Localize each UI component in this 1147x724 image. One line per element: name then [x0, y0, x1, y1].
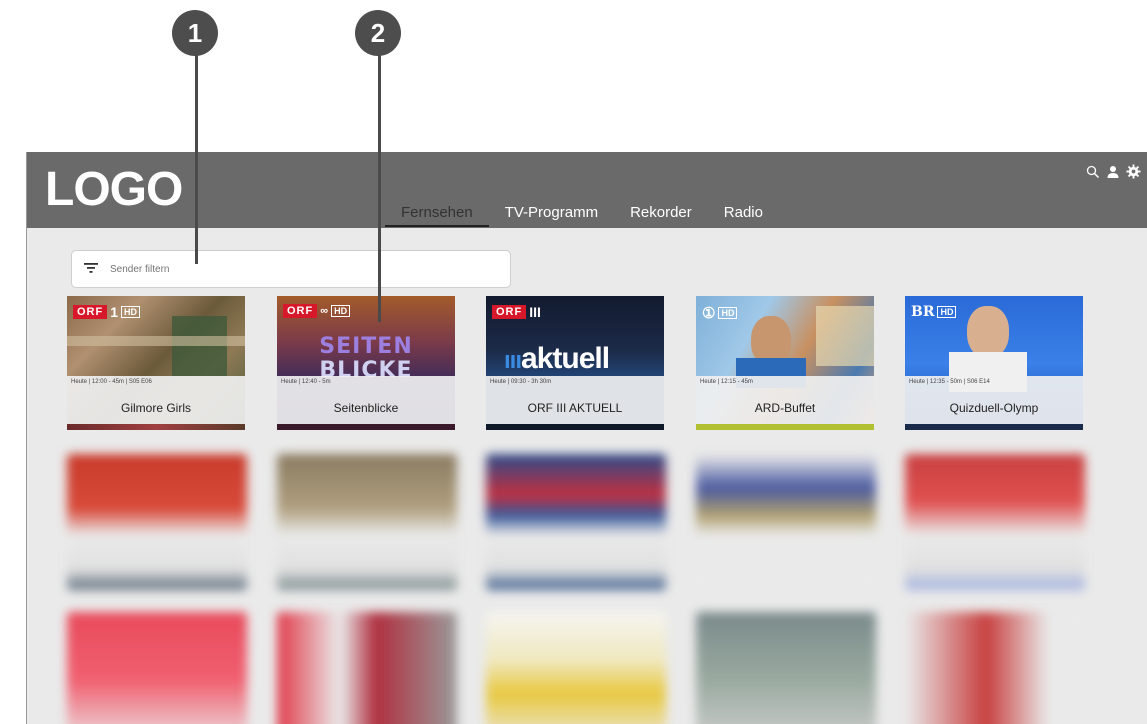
- program-title: Gilmore Girls: [120, 401, 191, 415]
- channel-card-orf1[interactable]: ORF 1 HD Heute | 12:00 - 45m | S05 E06 G…: [67, 296, 245, 430]
- user-icon[interactable]: [1106, 165, 1120, 179]
- program-title: ORF III AKTUELL: [527, 401, 623, 415]
- channel-card-ard[interactable]: ① HD Heute | 12:15 - 45m ARD-Buffet: [696, 296, 874, 430]
- channel-card-blurred[interactable]: [486, 612, 666, 724]
- channel-card-blurred[interactable]: [67, 612, 247, 724]
- channel-card-orf3[interactable]: ıııaktuell ORF III Heute | 09:30 - 3h 30…: [486, 296, 664, 430]
- program-title: ARD-Buffet: [754, 401, 816, 415]
- channel-logo: ORF 1 HD: [73, 304, 141, 320]
- thumbnail-text: ııı: [504, 347, 522, 374]
- channel-card-br[interactable]: BR HD Heute | 12:35 - 50m | S06 E14 Quiz…: [905, 296, 1083, 430]
- program-meta: Heute | 12:40 - 5m: [281, 379, 331, 385]
- thumbnail-text: SEITEN: [319, 334, 413, 359]
- tab-fernsehen[interactable]: Fernsehen: [385, 204, 489, 227]
- channel-logo: ORF ∞ HD: [283, 304, 351, 318]
- app-logo: LOGO: [45, 163, 183, 216]
- program-info: Heute | 12:35 - 50m | S06 E14 Quizduell-…: [905, 376, 1083, 426]
- channel-filter-field[interactable]: [71, 250, 511, 288]
- program-meta: Heute | 12:35 - 50m | S06 E14: [909, 379, 990, 385]
- channel-card-blurred[interactable]: [696, 612, 876, 724]
- search-icon[interactable]: [1086, 165, 1100, 179]
- channel-card-blurred[interactable]: [696, 454, 876, 590]
- callout-1-line: [195, 40, 198, 264]
- program-info: Heute | 12:40 - 5m Seitenblicke: [277, 376, 455, 426]
- channel-logo: BR HD: [911, 304, 957, 320]
- program-title: Seitenblicke: [333, 401, 399, 415]
- channel-card-blurred[interactable]: [905, 454, 1085, 590]
- tab-radio[interactable]: Radio: [708, 204, 779, 227]
- channel-card-blurred[interactable]: [67, 454, 247, 590]
- channel-card-blurred[interactable]: [905, 612, 1085, 724]
- channel-logo: ORF III: [492, 304, 541, 320]
- program-meta: Heute | 12:15 - 45m: [700, 379, 753, 385]
- channel-card-blurred[interactable]: [277, 454, 457, 590]
- callout-2-badge: 2: [355, 10, 401, 56]
- tab-tv-programm[interactable]: TV-Programm: [489, 204, 614, 227]
- program-meta: Heute | 09:30 - 3h 30m: [490, 379, 552, 385]
- program-title: Quizduell-Olymp: [949, 401, 1039, 415]
- channel-card-orf2[interactable]: SEITEN BLICKE ORF ∞ HD Heute | 12:40 - 5…: [277, 296, 455, 430]
- thumbnail-text: aktuell: [521, 342, 610, 375]
- channel-logo: ① HD: [702, 304, 738, 322]
- tab-rekorder[interactable]: Rekorder: [614, 204, 708, 227]
- gear-icon[interactable]: [1126, 164, 1141, 179]
- channel-card-blurred[interactable]: [277, 612, 457, 724]
- header-icons: [1086, 164, 1141, 179]
- program-meta: Heute | 12:00 - 45m | S05 E06: [71, 379, 152, 385]
- program-info: Heute | 12:00 - 45m | S05 E06 Gilmore Gi…: [67, 376, 245, 426]
- program-info: Heute | 09:30 - 3h 30m ORF III AKTUELL: [486, 376, 664, 426]
- callout-1-badge: 1: [172, 10, 218, 56]
- main-nav: Fernsehen TV-Programm Rekorder Radio: [385, 204, 779, 227]
- callout-2-line: [378, 40, 381, 322]
- filter-icon: [84, 260, 98, 278]
- channel-card-blurred[interactable]: [486, 454, 666, 590]
- channel-filter-input[interactable]: [110, 263, 490, 275]
- program-info: Heute | 12:15 - 45m ARD-Buffet: [696, 376, 874, 426]
